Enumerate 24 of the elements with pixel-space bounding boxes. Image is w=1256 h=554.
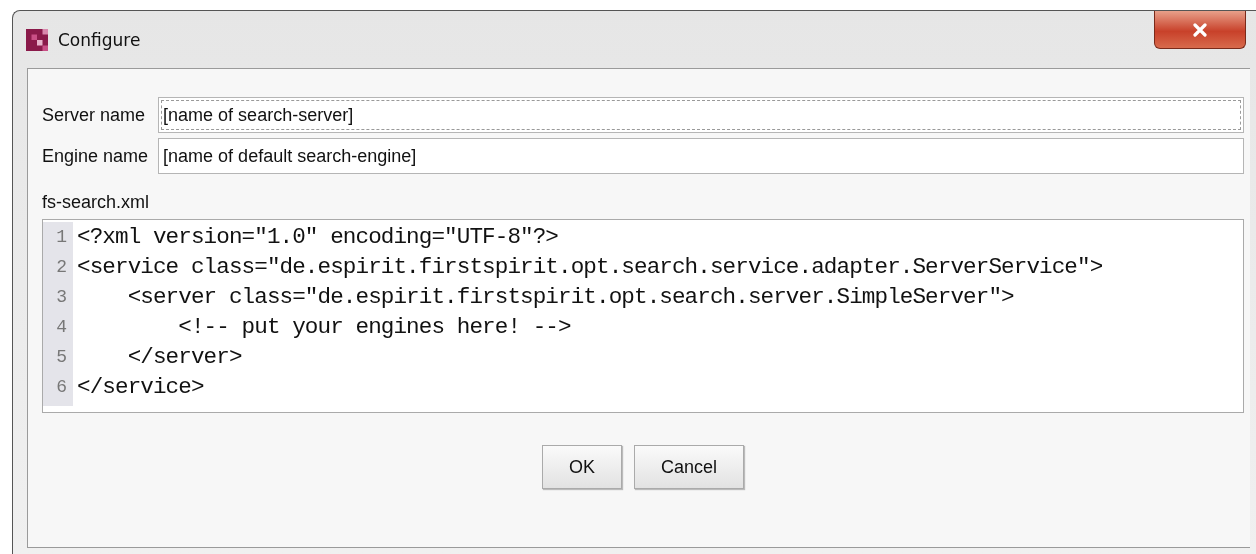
field-label: Server name — [42, 104, 147, 126]
close-button[interactable] — [1154, 11, 1246, 49]
code-line: <service class="de.espirit.firstspirit.opt.search.service.adapter.ServerService"> — [77, 253, 1103, 282]
code-line: </service> — [77, 373, 205, 402]
line-number: 1 — [56, 226, 67, 249]
app-logo-icon — [26, 28, 48, 51]
ok-button[interactable]: OK — [541, 445, 622, 489]
code-editor[interactable] — [42, 219, 1244, 413]
code-line: <server class="de.espirit.firstspirit.opt.search.server.SimpleServer"> — [126, 283, 1015, 312]
line-number: 6 — [56, 376, 67, 399]
text-field[interactable]: [name of search-server] — [158, 97, 1244, 133]
code-line: <?xml version="1.0" encoding="UTF-8"?> — [77, 223, 560, 252]
line-number: 5 — [56, 346, 67, 369]
code-line: </server> — [126, 343, 243, 372]
editor-label: fs-search.xml — [42, 192, 150, 213]
field-label: Engine name — [42, 145, 149, 167]
close-icon — [1192, 22, 1208, 37]
text-field[interactable]: [name of default search-engine] — [158, 138, 1244, 174]
code-line: <!-- put your engines here! --> — [177, 313, 572, 342]
line-number: 2 — [56, 256, 67, 279]
line-number: 3 — [56, 286, 67, 309]
line-number: 4 — [56, 316, 67, 339]
cancel-button[interactable]: Cancel — [634, 445, 744, 489]
window-title: Configure — [58, 29, 141, 50]
